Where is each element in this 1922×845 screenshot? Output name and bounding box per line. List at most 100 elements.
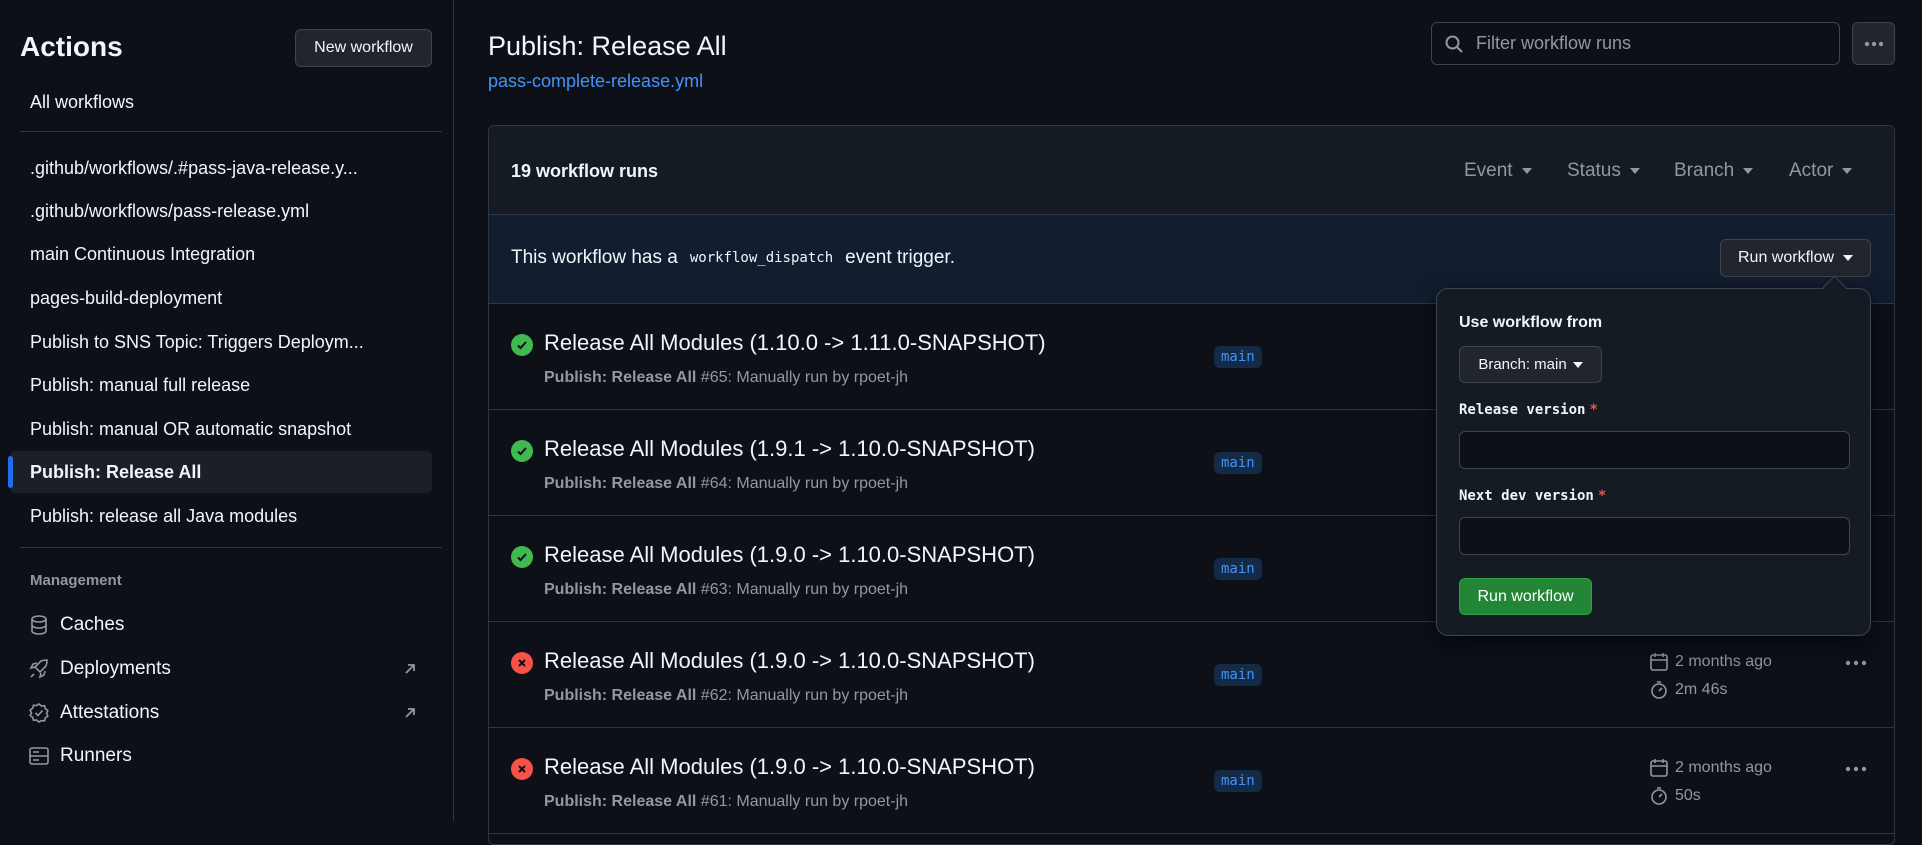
check-circle-icon <box>511 440 533 462</box>
management-heading: Management <box>30 572 122 589</box>
branch-tag[interactable]: main <box>1214 346 1262 368</box>
branch-select-button[interactable]: Branch: main <box>1459 346 1602 383</box>
sidebar-workflow-item[interactable]: main Continuous Integration <box>10 233 432 275</box>
x-circle-icon <box>511 652 533 674</box>
sidebar-workflow-item-active[interactable]: Publish: Release All <box>10 451 432 493</box>
run-meta: Publish: Release All #64: Manually run b… <box>544 475 908 493</box>
field-label-text: Release version <box>1459 402 1586 418</box>
branch-select-label: Branch: main <box>1478 356 1567 373</box>
active-indicator <box>8 456 13 488</box>
sidebar-item-runners[interactable]: Runners <box>28 739 428 773</box>
release-version-input[interactable] <box>1459 431 1850 469</box>
run-row[interactable]: Release All Modules (1.9.0 -> 1.10.0-SNA… <box>489 728 1894 834</box>
actor-filter[interactable]: Actor <box>1789 160 1853 182</box>
verified-icon <box>29 703 49 723</box>
branch-tag[interactable]: main <box>1214 770 1262 792</box>
filter-runs-field[interactable] <box>1431 22 1840 65</box>
dispatch-prefix: This workflow has a <box>511 247 678 268</box>
sidebar-title: Actions <box>20 31 123 62</box>
sidebar-item-label: Deployments <box>60 658 171 679</box>
branch-tag[interactable]: main <box>1214 558 1262 580</box>
required-mark: * <box>1597 488 1607 504</box>
run-meta: Publish: Release All #63: Manually run b… <box>544 581 908 599</box>
chevron-down-icon <box>1743 168 1754 174</box>
workflow-file-link[interactable]: pass-complete-release.yml <box>488 71 703 92</box>
runs-count: 19 workflow runs <box>511 161 659 181</box>
chevron-down-icon <box>1842 168 1853 174</box>
page-title: Publish: Release All <box>488 31 727 61</box>
filter-label: Event <box>1464 160 1513 181</box>
x-circle-icon <box>511 758 533 780</box>
sidebar-item-deployments[interactable]: Deployments <box>28 652 428 686</box>
run-workflow-name: Publish: Release All <box>544 581 697 598</box>
chevron-down-icon <box>1572 361 1583 368</box>
run-workflow-submit-button[interactable]: Run workflow <box>1459 578 1592 615</box>
more-options-button[interactable] <box>1852 22 1895 65</box>
run-row[interactable]: Release All Modules (1.9.0 -> 1.10.0-SNA… <box>489 622 1894 728</box>
run-workflow-name: Publish: Release All <box>544 687 697 704</box>
external-link-icon <box>405 664 415 674</box>
sidebar-workflow-item[interactable]: Publish to SNS Topic: Triggers Deploym..… <box>10 321 432 363</box>
status-filter[interactable]: Status <box>1567 160 1640 182</box>
sidebar-divider <box>20 131 442 132</box>
branch-tag[interactable]: main <box>1214 452 1262 474</box>
sidebar-item-all-workflows[interactable]: All workflows <box>10 81 432 123</box>
run-title[interactable]: Release All Modules (1.9.1 -> 1.10.0-SNA… <box>544 436 1035 462</box>
check-circle-icon <box>511 334 533 356</box>
run-detail: #63: Manually run by rpoet-jh <box>700 581 909 598</box>
sidebar-item-label: Runners <box>60 745 132 766</box>
next-dev-version-input[interactable] <box>1459 517 1850 555</box>
sidebar-item-attestations[interactable]: Attestations <box>28 696 428 730</box>
event-filter[interactable]: Event <box>1464 160 1532 182</box>
dispatch-code: workflow_dispatch <box>689 250 834 266</box>
branch-filter[interactable]: Branch <box>1674 160 1754 182</box>
kebab-horizontal-icon[interactable] <box>1845 660 1867 666</box>
kebab-horizontal-icon[interactable] <box>1845 766 1867 772</box>
run-detail: #65: Manually run by rpoet-jh <box>700 369 909 386</box>
search-icon <box>1445 35 1463 53</box>
sidebar: Actions New workflow All workflows .gith… <box>0 0 454 821</box>
calendar-icon <box>1650 759 1668 777</box>
new-workflow-button[interactable]: New workflow <box>295 29 432 67</box>
filter-label: Actor <box>1789 160 1834 181</box>
run-workflow-name: Publish: Release All <box>544 369 697 386</box>
run-workflow-name: Publish: Release All <box>544 793 697 810</box>
stopwatch-icon <box>1651 681 1667 699</box>
branch-tag[interactable]: main <box>1214 664 1262 686</box>
run-duration: 2m 46s <box>1649 680 1727 700</box>
run-duration-text: 2m 46s <box>1675 681 1728 698</box>
run-meta: Publish: Release All #65: Manually run b… <box>544 369 908 387</box>
database-icon <box>31 615 47 635</box>
run-detail: #61: Manually run by rpoet-jh <box>700 793 909 810</box>
run-workflow-dropdown: Use workflow from Branch: main Release v… <box>1436 288 1871 636</box>
run-meta: Publish: Release All #62: Manually run b… <box>544 687 908 705</box>
run-title[interactable]: Release All Modules (1.9.0 -> 1.10.0-SNA… <box>544 542 1035 568</box>
sidebar-workflow-item[interactable]: Publish: manual OR automatic snapshot <box>10 408 432 450</box>
run-title[interactable]: Release All Modules (1.10.0 -> 1.11.0-SN… <box>544 330 1046 356</box>
sidebar-item-caches[interactable]: Caches <box>28 608 428 642</box>
sidebar-workflow-item[interactable]: .github/workflows/.#pass-java-release.y.… <box>10 147 432 189</box>
filter-runs-input[interactable] <box>1474 32 1808 55</box>
chevron-down-icon <box>1521 168 1532 174</box>
run-title[interactable]: Release All Modules (1.9.0 -> 1.10.0-SNA… <box>544 648 1035 674</box>
sidebar-workflow-item[interactable]: Publish: release all Java modules <box>10 495 432 537</box>
run-detail: #64: Manually run by rpoet-jh <box>700 475 909 492</box>
run-workflow-label: Run workflow <box>1737 249 1835 266</box>
rocket-icon <box>29 659 48 679</box>
run-date: 2 months ago <box>1649 652 1772 672</box>
server-icon <box>29 747 49 765</box>
sidebar-workflow-item[interactable]: .github/workflows/pass-release.yml <box>10 190 432 232</box>
release-version-label: Release version * <box>1459 402 1598 418</box>
run-duration-text: 50s <box>1675 787 1701 804</box>
sidebar-workflow-item[interactable]: pages-build-deployment <box>10 277 432 319</box>
run-workflow-dropdown-button[interactable]: Run workflow <box>1720 239 1871 277</box>
run-date-text: 2 months ago <box>1675 759 1772 776</box>
run-date: 2 months ago <box>1649 758 1772 778</box>
run-workflow-name: Publish: Release All <box>544 475 697 492</box>
dispatch-message: This workflow has a workflow_dispatch ev… <box>511 247 955 269</box>
chevron-down-icon <box>1629 168 1640 174</box>
run-date-text: 2 months ago <box>1675 653 1772 670</box>
sidebar-workflow-item[interactable]: Publish: manual full release <box>10 364 432 406</box>
sidebar-divider <box>20 547 442 548</box>
run-title[interactable]: Release All Modules (1.9.0 -> 1.10.0-SNA… <box>544 754 1035 780</box>
